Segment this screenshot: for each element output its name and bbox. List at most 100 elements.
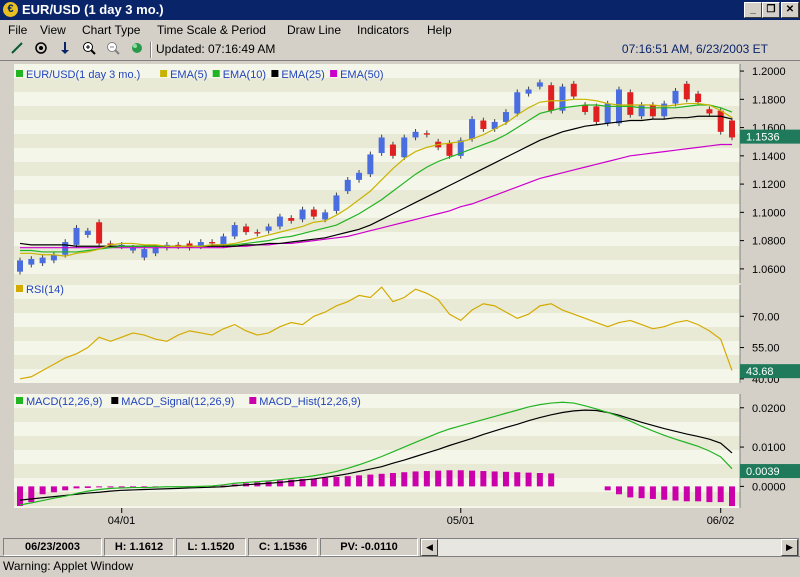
candle-body — [186, 243, 193, 248]
candle-body — [638, 104, 645, 117]
candle-body — [412, 131, 419, 138]
macd-hist-bar — [706, 486, 713, 503]
macd-hist-bar — [107, 486, 114, 488]
macd-hist-bar — [118, 486, 125, 488]
y-tick-label: 0.0200 — [752, 403, 786, 415]
y-tick-label: 0.0000 — [752, 481, 786, 493]
candle-body — [695, 93, 702, 103]
candle-body — [39, 257, 46, 264]
menu-indicators[interactable]: Indicators — [357, 23, 409, 37]
macd-hist-bar — [367, 474, 374, 487]
menu-draw-line[interactable]: Draw Line — [287, 23, 341, 37]
status-bar: 06/23/2003 H: 1.1612 L: 1.1520 C: 1.1536… — [0, 536, 800, 557]
candle-body — [322, 212, 329, 220]
candle-body — [288, 218, 295, 221]
status-pv: PV: -0.0110 — [320, 538, 418, 556]
status-low: L: 1.1520 — [176, 538, 246, 556]
candle-body — [243, 226, 250, 233]
candle-body — [220, 236, 227, 245]
macd-hist-bar — [536, 473, 543, 487]
window-title: EUR/USD (1 day 3 mo.) — [22, 2, 164, 17]
macd-hist-bar — [480, 471, 487, 487]
menu-bar: File View Chart Type Time Scale & Period… — [0, 20, 800, 40]
price-legend-swatch — [212, 70, 220, 77]
macd-hist-bar — [661, 486, 668, 500]
macd-hist-bar — [17, 486, 23, 507]
macd-legend-swatch — [16, 397, 23, 404]
macd-hist-bar — [84, 486, 91, 488]
macd-hist-bar — [423, 471, 430, 487]
candle-body — [502, 112, 509, 122]
scroll-right-icon[interactable]: ▶ — [781, 539, 798, 556]
macd-hist-bar — [604, 486, 611, 491]
warning-bar: Warning: Applet Window — [0, 556, 800, 577]
y-tick-label: 1.1400 — [752, 151, 786, 163]
toolbar-separator — [150, 42, 152, 58]
macd-hist-bar — [695, 486, 702, 502]
price-legend-swatch — [330, 70, 338, 77]
y-tick-label: 0.0100 — [752, 442, 786, 454]
menu-time-scale[interactable]: Time Scale & Period — [157, 23, 266, 37]
macd-hist-bar — [96, 486, 103, 488]
close-button[interactable]: ✕ — [781, 2, 799, 18]
updated-time: Updated: 07:16:49 AM — [156, 42, 276, 56]
macd-hist-bar — [672, 486, 679, 501]
menu-view[interactable]: View — [40, 23, 66, 37]
candle-body — [141, 249, 148, 258]
macd-legend-label: MACD(12,26,9) — [26, 396, 102, 408]
macd-hist-bar — [446, 470, 453, 487]
menu-file[interactable]: File — [8, 23, 27, 37]
price-legend-label: EMA(50) — [340, 69, 383, 81]
scroll-left-icon[interactable]: ◀ — [421, 539, 438, 556]
candle-body — [672, 90, 679, 104]
candle-body — [265, 226, 272, 231]
horizontal-scrollbar[interactable]: ◀ ▶ — [420, 538, 799, 557]
candle-body — [84, 230, 91, 235]
macd-hist-bar — [548, 473, 555, 487]
candle-body — [17, 260, 23, 272]
candle-body — [310, 209, 317, 217]
macd-hist-bar — [717, 486, 724, 503]
down-arrow-icon[interactable] — [56, 41, 74, 58]
candle-body — [627, 92, 634, 115]
candle-body — [683, 83, 690, 100]
candle-body — [423, 133, 430, 135]
toolbar: Updated: 07:16:49 AM 07:16:51 AM, 6/23/2… — [0, 40, 800, 61]
macd-hist-bar — [435, 470, 442, 487]
status-date: 06/23/2003 — [3, 538, 102, 556]
candle-body — [276, 216, 283, 227]
candle-body — [514, 92, 521, 114]
candle-body — [661, 103, 668, 117]
minimize-button[interactable]: _ — [744, 2, 762, 18]
macd-legend-label: MACD_Signal(12,26,9) — [121, 396, 234, 408]
macd-last-value: 0.0039 — [746, 466, 780, 478]
globe-icon[interactable] — [128, 41, 146, 58]
panel-band — [14, 134, 740, 148]
menu-chart-type[interactable]: Chart Type — [82, 23, 140, 37]
macd-legend-label: MACD_Hist(12,26,9) — [259, 396, 360, 408]
draw-line-icon[interactable] — [8, 41, 26, 58]
zoom-in-icon[interactable] — [80, 41, 98, 58]
zoom-out-icon[interactable] — [104, 41, 122, 58]
macd-hist-bar — [491, 471, 498, 487]
price-legend-swatch — [160, 70, 168, 77]
candle-body — [389, 144, 396, 156]
macd-hist-bar — [401, 472, 408, 487]
menu-help[interactable]: Help — [427, 23, 452, 37]
candle-body — [469, 119, 476, 139]
chart-area: 1.06001.08001.10001.12001.14001.16001.18… — [0, 64, 800, 527]
crosshair-icon[interactable] — [32, 41, 50, 58]
y-tick-label: 1.0600 — [752, 264, 786, 276]
status-high: H: 1.1612 — [104, 538, 174, 556]
price-legend-label: EMA(10) — [223, 69, 266, 81]
candle-body — [28, 258, 35, 265]
x-tick-label: 06/02 — [707, 515, 735, 527]
candle-body — [299, 209, 306, 220]
price-legend-label: EUR/USD(1 day 3 mo.) — [26, 69, 140, 81]
candle-body — [649, 104, 656, 117]
restore-button[interactable]: ❐ — [762, 2, 780, 18]
candle-body — [525, 89, 532, 94]
y-tick-label: 1.1200 — [752, 179, 786, 191]
macd-hist-bar — [469, 470, 476, 487]
macd-hist-bar — [412, 471, 419, 487]
